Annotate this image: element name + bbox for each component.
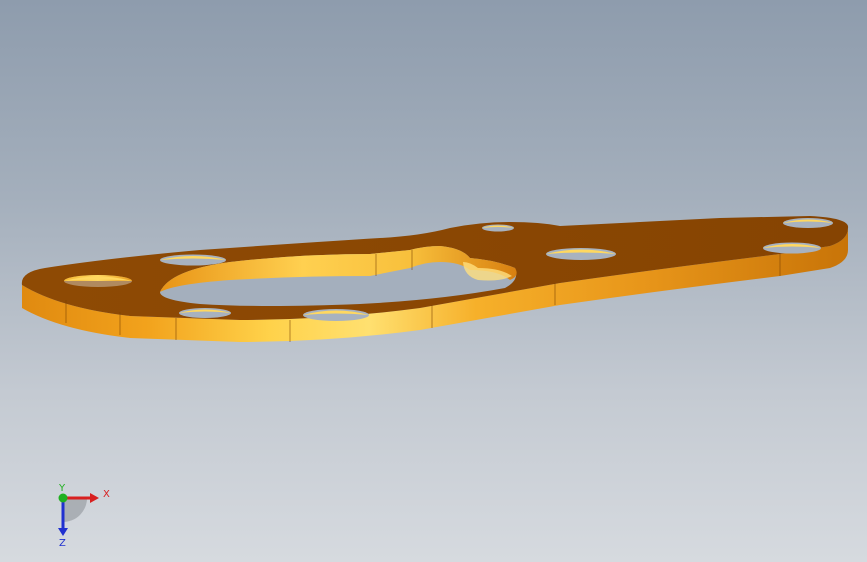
hole-8[interactable] xyxy=(763,242,821,254)
hole-5[interactable] xyxy=(482,224,514,232)
x-axis-label: X xyxy=(103,489,110,500)
z-axis-label: Z xyxy=(59,538,66,548)
model-view[interactable] xyxy=(0,0,867,562)
hole-7[interactable] xyxy=(783,218,833,228)
hole-6[interactable] xyxy=(546,248,616,260)
hole-2[interactable] xyxy=(160,254,226,266)
hole-3[interactable] xyxy=(179,308,231,318)
graphics-viewport[interactable]: X Y Z xyxy=(0,0,867,562)
triad-shadow xyxy=(63,498,87,522)
hole-1[interactable] xyxy=(64,275,132,287)
y-axis-origin xyxy=(58,493,68,503)
axis-triad[interactable]: X Y Z xyxy=(40,478,120,549)
hole-4[interactable] xyxy=(303,309,369,321)
y-axis-label: Y xyxy=(58,483,66,494)
